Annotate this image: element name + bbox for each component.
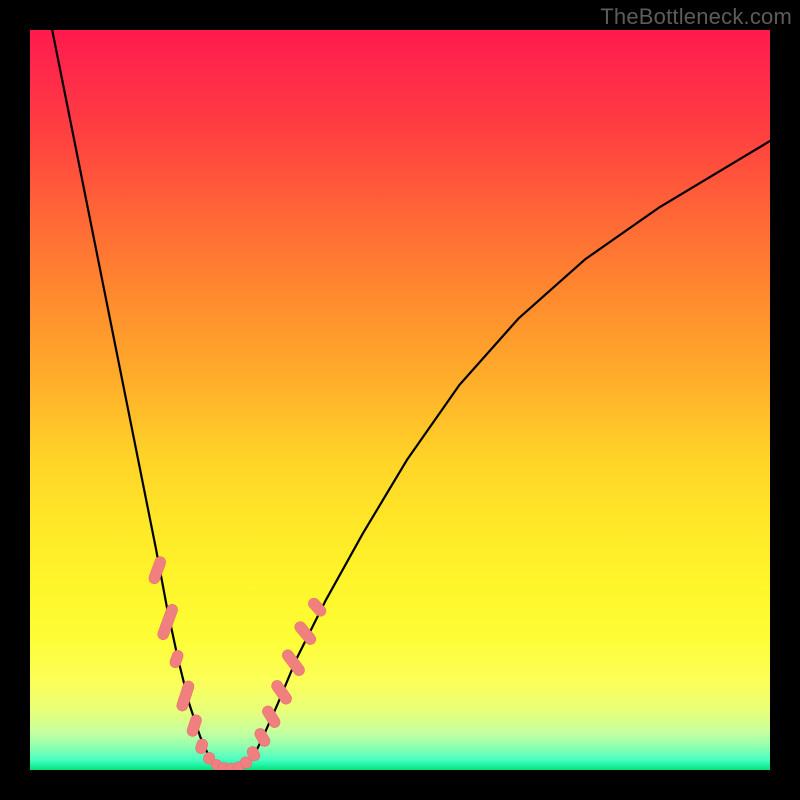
marker-point <box>168 649 184 669</box>
marker-point <box>253 726 272 748</box>
chart-svg <box>30 30 770 770</box>
marker-point <box>147 555 167 585</box>
marker-point <box>156 603 179 642</box>
bottleneck-curve <box>52 30 770 770</box>
marker-point <box>260 704 282 730</box>
marker-point <box>306 596 328 619</box>
watermark-text: TheBottleneck.com <box>600 4 792 30</box>
marker-point <box>175 680 195 713</box>
marker-point <box>280 648 307 678</box>
plot-area <box>30 30 770 770</box>
marker-point <box>269 678 293 706</box>
frame: TheBottleneck.com <box>0 0 800 800</box>
marker-group <box>147 555 328 770</box>
